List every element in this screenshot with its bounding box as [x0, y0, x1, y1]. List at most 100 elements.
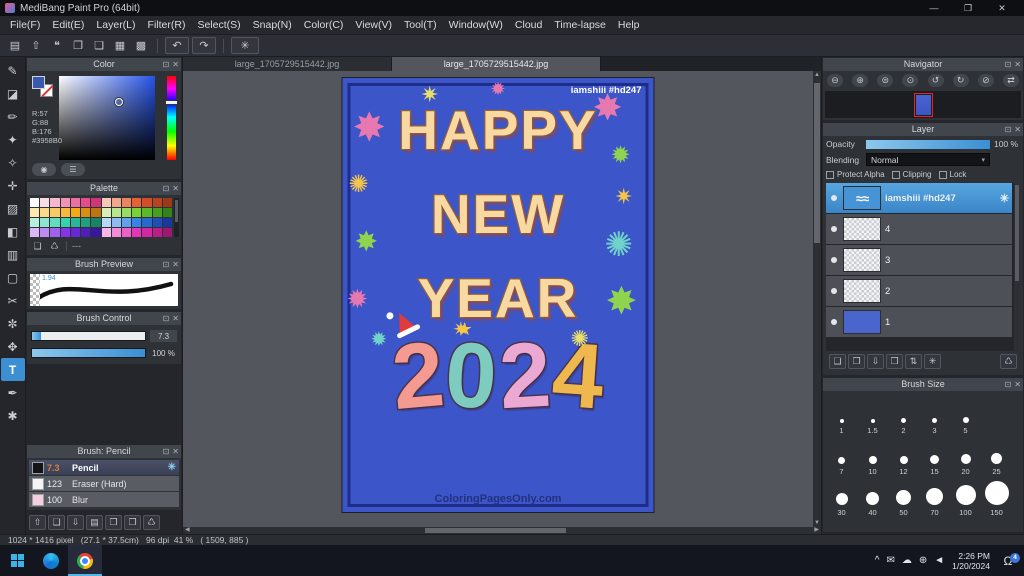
float-panel-icon[interactable]: ⊡ [163, 312, 170, 325]
canvas-icon[interactable]: ▤ [6, 38, 24, 54]
checkbox-protect-alpha[interactable]: Protect Alpha [826, 170, 885, 179]
palette-swatch[interactable] [121, 218, 132, 227]
color-picker-marker[interactable] [114, 97, 123, 106]
duplicate-brush-icon[interactable]: ❐ [124, 515, 141, 530]
color-sliders-icon[interactable]: ☰ [61, 163, 85, 176]
transform-button[interactable]: ✳ [231, 37, 259, 54]
rotate-ccw-icon[interactable]: ↺ [927, 74, 944, 87]
float-panel-icon[interactable]: ⊡ [163, 58, 170, 71]
grid-icon[interactable]: ▦ [111, 38, 129, 54]
network-icon[interactable]: ⊕ [919, 555, 927, 566]
layer-settings-icon[interactable]: ✳ [1000, 192, 1009, 205]
close-panel-icon[interactable]: ✕ [172, 58, 179, 71]
menu-item-cloud[interactable]: Cloud [509, 17, 548, 33]
brush-size-option[interactable]: 100 [950, 477, 981, 518]
pen-tool[interactable]: ✎ [1, 59, 25, 82]
palette-swatch[interactable] [30, 208, 40, 217]
palette-swatch[interactable] [60, 198, 70, 207]
float-panel-icon[interactable]: ⊡ [163, 182, 170, 195]
select-tool[interactable]: ▢ [1, 266, 25, 289]
brush-item-eraser-hard[interactable]: 123 Eraser (Hard) [29, 476, 179, 491]
vertical-scrollbar[interactable]: ▲ ▼ [813, 71, 821, 527]
float-panel-icon[interactable]: ⊡ [1005, 378, 1012, 391]
brush-size-option[interactable]: 7 [826, 436, 857, 477]
checkbox-clipping[interactable]: Clipping [891, 170, 932, 179]
navigator-preview-area[interactable] [825, 91, 1021, 118]
chrome-taskbar-button[interactable] [68, 545, 102, 576]
save-brush-icon[interactable]: ⇩ [67, 515, 84, 530]
layer-scroll-thumb[interactable] [1015, 185, 1019, 281]
brush-size-option[interactable]: 5 [950, 395, 981, 436]
menu-item-color-c[interactable]: Color(C) [298, 17, 350, 33]
hue-marker[interactable] [166, 101, 177, 105]
palette-swatch[interactable] [121, 198, 132, 207]
palette-swatch[interactable] [91, 198, 101, 207]
palette-swatch[interactable] [162, 218, 172, 227]
artwork-canvas[interactable]: iamshiii #hd247 HAPPY NEW YEAR 2024 Colo… [342, 78, 654, 512]
brush-size-option[interactable]: 40 [857, 477, 888, 518]
add-swatch-icon[interactable]: ❏ [31, 240, 44, 252]
palette-swatch[interactable] [121, 228, 132, 237]
palette-swatch[interactable] [142, 218, 152, 227]
brush-size-option[interactable]: 150 [981, 477, 1012, 518]
close-panel-icon[interactable]: ✕ [1014, 58, 1021, 71]
palette-swatch[interactable] [162, 228, 172, 237]
document-tab-1[interactable]: large_1705729515442.jpg [183, 57, 392, 71]
close-panel-icon[interactable]: ✕ [1014, 123, 1021, 136]
layer-visibility-icon[interactable] [831, 226, 837, 232]
wand-tool[interactable]: ✼ [1, 312, 25, 335]
palette-swatch[interactable] [111, 198, 121, 207]
palette-swatch[interactable] [50, 218, 60, 227]
hand-tool[interactable]: ✱ [1, 404, 25, 427]
start-button[interactable] [0, 545, 34, 576]
gradient-tool[interactable]: ▥ [1, 243, 25, 266]
layer-order-icon[interactable]: ⇅ [905, 354, 922, 369]
palette-swatch[interactable] [40, 198, 50, 207]
close-panel-icon[interactable]: ✕ [1014, 378, 1021, 391]
brush-settings-icon[interactable]: ✳ [168, 462, 176, 473]
layer-row-3[interactable]: 3 [826, 245, 1012, 275]
brush-up-icon[interactable]: ⇧ [29, 515, 46, 530]
close-panel-icon[interactable]: ✕ [172, 312, 179, 325]
merge-down-icon[interactable]: ⇩ [867, 354, 884, 369]
zoom-in-icon[interactable]: ⊕ [852, 74, 869, 87]
lasso-tool[interactable]: ✂ [1, 289, 25, 312]
move-tool[interactable]: ✛ [1, 174, 25, 197]
brush-size-option[interactable]: 1 [826, 395, 857, 436]
palette-swatch[interactable] [30, 218, 40, 227]
palette-swatch[interactable] [101, 228, 111, 237]
layer-opacity-slider[interactable] [866, 139, 990, 149]
brush-size-option[interactable]: 30 [826, 477, 857, 518]
palette-swatch[interactable] [132, 218, 142, 227]
palette-swatch[interactable] [40, 208, 50, 217]
layer-visibility-icon[interactable] [831, 288, 837, 294]
layer-row-4[interactable]: 4 [826, 214, 1012, 244]
blending-select[interactable]: Normal ▾ [866, 153, 990, 166]
rotate-cw-icon[interactable]: ↻ [952, 74, 969, 87]
palette-swatch[interactable] [70, 218, 81, 227]
fit-window-icon[interactable]: ⊙ [902, 74, 919, 87]
close-panel-icon[interactable]: ✕ [172, 258, 179, 271]
layer-list-scrollbar[interactable] [1014, 183, 1020, 351]
taskbar-clock[interactable]: 2:26 PM 1/20/2024 [952, 551, 990, 571]
palette-swatch[interactable] [50, 208, 60, 217]
duplicate-layer-icon[interactable]: ❐ [848, 354, 865, 369]
palette-swatch[interactable] [111, 218, 121, 227]
text-tool[interactable]: T [0, 358, 25, 381]
float-panel-icon[interactable]: ⊡ [163, 445, 170, 458]
undo-button[interactable]: ↶ [165, 37, 189, 54]
brush-size-option[interactable]: 2 [888, 395, 919, 436]
palette-scrollbar[interactable] [174, 198, 179, 237]
export-icon[interactable]: ⇧ [27, 38, 45, 54]
saturation-value-picker[interactable] [59, 76, 155, 160]
menu-item-time-lapse[interactable]: Time-lapse [548, 17, 612, 33]
palette-swatch[interactable] [50, 228, 60, 237]
menu-item-snap-n[interactable]: Snap(N) [247, 17, 298, 33]
horizontal-scrollbar[interactable]: ◀ ▶ [183, 527, 821, 534]
bucket-tool[interactable]: ◧ [1, 220, 25, 243]
horizontal-scroll-thumb[interactable] [425, 528, 566, 533]
brush-size-option[interactable]: 70 [919, 477, 950, 518]
palette-swatch[interactable] [81, 228, 91, 237]
color-wheel-icon[interactable]: ◉ [32, 163, 56, 176]
brush-size-option[interactable]: 50 [888, 477, 919, 518]
